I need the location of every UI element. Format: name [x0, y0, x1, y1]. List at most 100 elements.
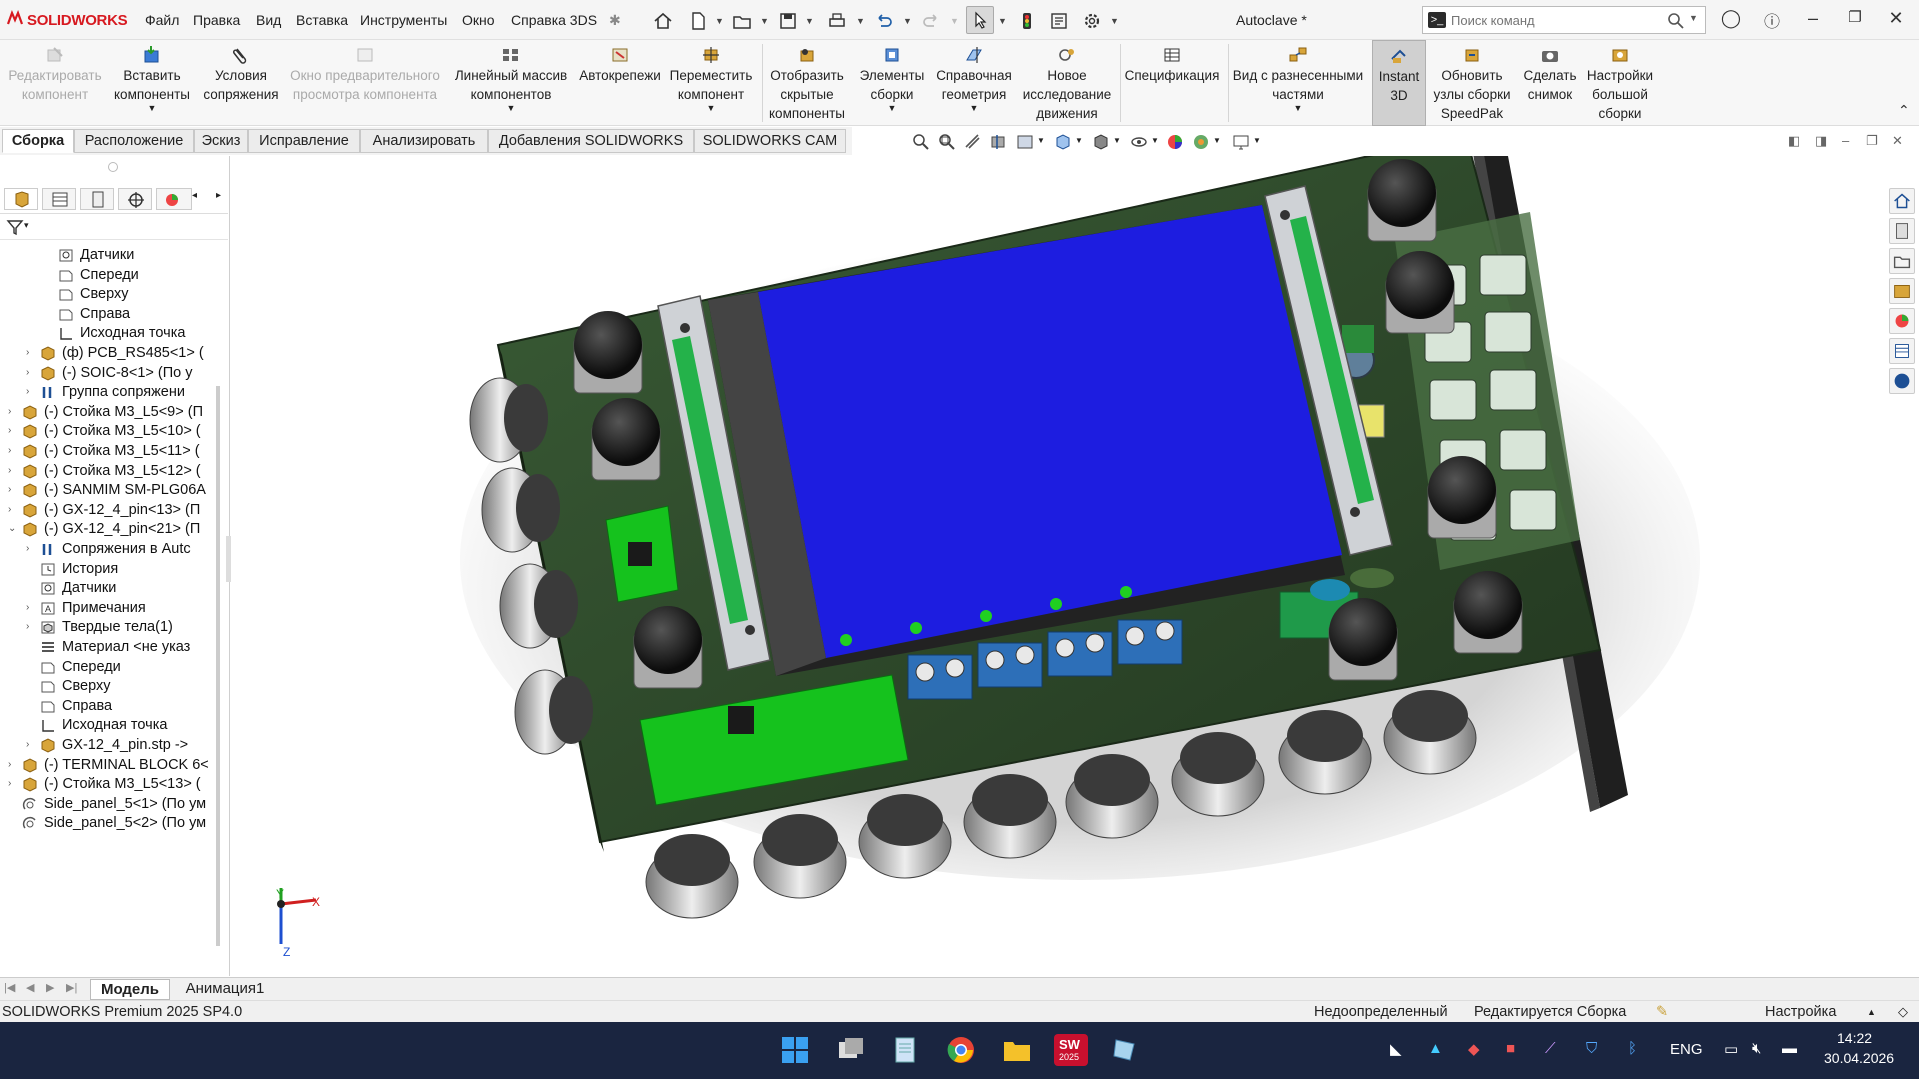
tab-assembly[interactable]: Сборка [2, 129, 74, 153]
chevron-down-icon[interactable]: ▼ [760, 16, 769, 26]
gear-icon[interactable] [1081, 10, 1103, 32]
units-settings[interactable]: Настройка [1765, 1001, 1836, 1023]
notepad-icon[interactable] [888, 1034, 922, 1066]
clock-time[interactable]: 14:22 [1837, 1030, 1872, 1046]
select-pointer-icon[interactable] [966, 6, 994, 34]
apply-scene-icon[interactable] [1191, 132, 1211, 152]
chevron-up-icon[interactable]: ▲ [1867, 1001, 1876, 1023]
previous-view-icon[interactable] [963, 132, 983, 152]
minimize-button[interactable]: – [1798, 8, 1828, 29]
tab-model[interactable]: Модель [90, 979, 170, 1000]
minimize-doc-button[interactable]: – [1842, 133, 1849, 148]
split-view-icon[interactable]: ◨ [1815, 133, 1827, 149]
chevron-down-icon[interactable]: ▼ [998, 16, 1007, 26]
dimxpert-tab[interactable] [118, 188, 152, 210]
chevron-down-icon[interactable]: ▼ [1151, 136, 1159, 145]
chevron-right-icon[interactable]: ▸ [216, 190, 221, 201]
collapse-ribbon-icon[interactable]: ⌃ [1898, 102, 1910, 119]
edit-component-button[interactable]: Редактировать компонент [4, 40, 106, 126]
chevron-down-icon[interactable]: ▼ [1230, 104, 1366, 113]
resources-icon[interactable] [1889, 218, 1915, 244]
pin-icon[interactable]: ✱ [609, 12, 621, 29]
take-snapshot-button[interactable]: Сделать снимок [1516, 40, 1584, 126]
tree-scrollbar[interactable] [216, 386, 220, 946]
restore-button[interactable]: ❐ [1840, 8, 1870, 26]
chevron-down-icon[interactable]: ▼ [664, 104, 758, 113]
graphics-area[interactable]: X Y Z [231, 156, 1885, 976]
pen-tray-icon[interactable]: ⟋ [1545, 1040, 1556, 1057]
chevron-down-icon[interactable]: ▼ [903, 16, 912, 26]
speedpak-button[interactable]: Обновить узлы сборки SpeedPak [1430, 40, 1514, 126]
menu-help[interactable]: Справка 3DS [511, 12, 597, 28]
chevron-down-icon[interactable]: ▼ [805, 16, 814, 26]
display-style-icon[interactable] [1091, 132, 1111, 152]
menu-insert[interactable]: Вставка [296, 12, 348, 28]
google-drive-tray-icon[interactable]: ▲ [1428, 1040, 1443, 1057]
tab-addins[interactable]: Добавления SOLIDWORKS [488, 129, 694, 153]
exploded-view-button[interactable]: Вид с разнесенными частями ▼ [1230, 40, 1366, 126]
assembly-features-button[interactable]: Элементы сборки ▼ [852, 40, 932, 126]
close-doc-button[interactable]: ✕ [1892, 133, 1903, 149]
tab-animation[interactable]: Анимация1 [172, 979, 278, 1000]
menu-file[interactable]: Файл [145, 12, 179, 28]
next-tab-icon[interactable]: ▶ [46, 981, 54, 994]
last-tab-icon[interactable]: ▶| [66, 981, 77, 994]
tile-view-icon[interactable]: ◧ [1788, 133, 1800, 149]
chevron-down-icon[interactable]: ▼ [715, 16, 724, 26]
3dexperience-icon[interactable] [1889, 368, 1915, 394]
chevron-down-icon[interactable]: ▼ [1110, 16, 1119, 26]
tab-analyze[interactable]: Анализировать [360, 129, 488, 153]
command-search[interactable]: >_ ▼ [1422, 6, 1706, 34]
restore-doc-button[interactable]: ❐ [1866, 133, 1878, 149]
search-input[interactable] [1451, 11, 1651, 29]
tab-cam[interactable]: SOLIDWORKS CAM [694, 129, 846, 153]
reference-geometry-button[interactable]: Справочная геометрия ▼ [932, 40, 1016, 126]
file-explorer-icon[interactable] [1889, 278, 1915, 304]
bluetooth-tray-icon[interactable]: ᛒ [1628, 1040, 1637, 1057]
solidworks-logo[interactable]: SOLIDWORKS [6, 10, 128, 29]
first-tab-icon[interactable]: |◀ [4, 981, 15, 994]
feature-manager-tab[interactable] [4, 188, 38, 210]
panel-grip-icon[interactable] [108, 162, 118, 172]
undo-icon[interactable] [873, 10, 895, 32]
security-tray-icon[interactable]: ◆ [1468, 1040, 1480, 1058]
home-icon[interactable] [1889, 188, 1915, 214]
view-settings-icon[interactable] [1231, 132, 1251, 152]
chevron-down-icon[interactable]: ▼ [856, 16, 865, 26]
menu-view[interactable]: Вид [256, 12, 281, 28]
move-component-button[interactable]: Переместить компонент ▼ [664, 40, 758, 126]
tooltip-icon[interactable]: ◇ [1898, 1001, 1908, 1023]
tree-filter[interactable]: ▾ [0, 214, 228, 240]
chevron-down-icon[interactable]: ▼ [1253, 136, 1261, 145]
smart-fasteners-button[interactable]: Автокрепежи [576, 40, 664, 126]
tab-layout[interactable]: Расположение [74, 129, 194, 153]
chevron-down-icon[interactable]: ▼ [106, 104, 198, 113]
search-icon[interactable] [1667, 12, 1685, 30]
chevron-down-icon[interactable]: ▾ [24, 220, 29, 231]
volume-muted-icon[interactable]: 🔇︎ [1752, 1040, 1761, 1057]
rebuild-icon[interactable]: ✎ [1656, 1001, 1668, 1023]
open-folder-icon[interactable] [731, 10, 753, 32]
defender-tray-icon[interactable]: ⛉ [1586, 1040, 1597, 1057]
home-icon[interactable] [652, 10, 674, 32]
task-view-icon[interactable] [834, 1034, 868, 1066]
battery-icon[interactable]: ▬ [1782, 1040, 1797, 1057]
help-icon[interactable]: ⓘ [1757, 8, 1787, 32]
print-icon[interactable] [826, 10, 848, 32]
chrome-icon[interactable] [944, 1034, 978, 1066]
menu-tools[interactable]: Инструменты [360, 12, 447, 28]
chevron-down-icon[interactable]: ▼ [446, 104, 576, 113]
instant-3d-button[interactable]: Instant 3D [1372, 40, 1426, 126]
linear-pattern-button[interactable]: Линейный массив компонентов ▼ [446, 40, 576, 126]
user-account-icon[interactable]: ◯ [1716, 8, 1746, 29]
chevron-down-icon[interactable]: ▼ [1213, 136, 1221, 145]
nvidia-tray-icon[interactable]: ◣ [1390, 1040, 1402, 1058]
dynamic-annotation-icon[interactable] [1015, 132, 1035, 152]
section-view-icon[interactable] [989, 132, 1009, 152]
new-motion-study-button[interactable]: Новое исследование движения [1018, 40, 1116, 126]
chevron-down-icon[interactable]: ▼ [1075, 136, 1083, 145]
property-manager-tab[interactable] [42, 188, 76, 210]
chevron-left-icon[interactable]: ◂ [192, 190, 197, 201]
close-button[interactable]: ✕ [1881, 8, 1911, 29]
chevron-down-icon[interactable]: ▼ [932, 104, 1016, 113]
